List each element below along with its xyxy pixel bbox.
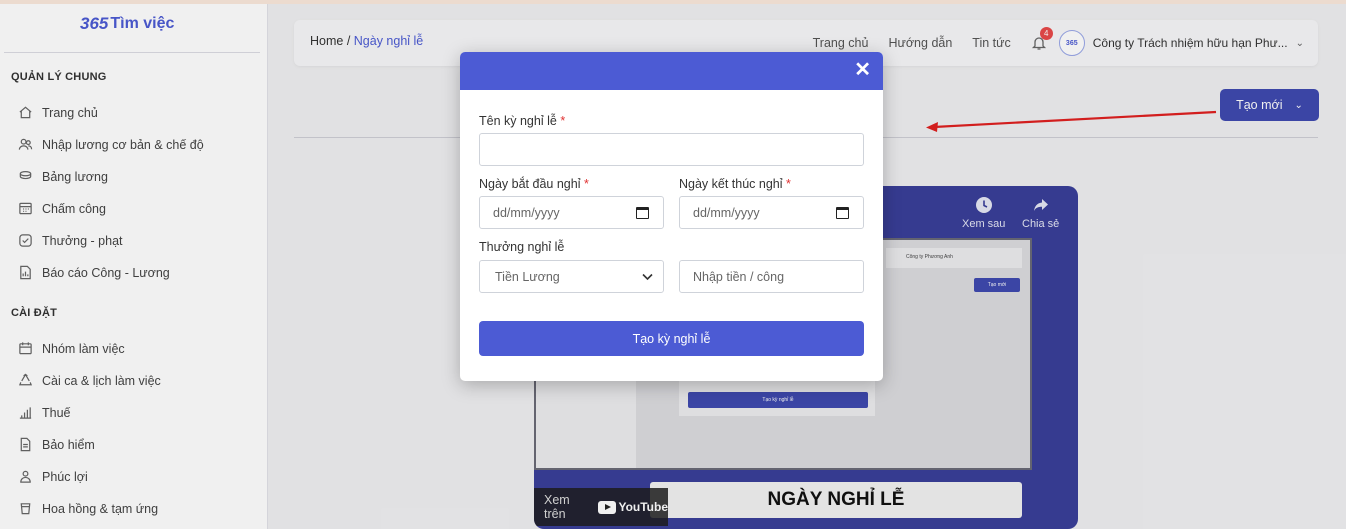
required-mark: * <box>560 114 566 128</box>
end-date-label: Ngày kết thúc nghỉ * <box>679 177 791 191</box>
end-date-placeholder: dd/mm/yyyy <box>693 205 760 220</box>
create-holiday-modal: ✕ Tên kỳ nghỉ lễ * Ngày bắt đầu nghỉ * d… <box>460 52 883 381</box>
required-mark: * <box>786 177 791 191</box>
start-date-label: Ngày bắt đầu nghỉ * <box>479 177 589 191</box>
start-date-input[interactable]: dd/mm/yyyy <box>479 196 664 229</box>
required-mark: * <box>583 177 589 191</box>
close-icon[interactable]: ✕ <box>854 58 871 82</box>
start-date-placeholder: dd/mm/yyyy <box>493 205 560 220</box>
start-date-label-text: Ngày bắt đầu nghỉ <box>479 177 581 191</box>
bonus-type-select[interactable]: Tiền Lương <box>479 260 664 293</box>
bonus-amount-input[interactable]: Nhập tiền / công <box>679 260 864 293</box>
modal-header: ✕ <box>460 52 883 90</box>
holiday-name-label: Tên kỳ nghỉ lễ * <box>479 114 565 128</box>
calendar-icon[interactable] <box>636 206 649 219</box>
create-holiday-button[interactable]: Tạo kỳ nghỉ lễ <box>479 321 864 356</box>
holiday-name-label-text: Tên kỳ nghỉ lễ <box>479 114 557 128</box>
bonus-amount-placeholder: Nhập tiền / công <box>693 269 785 284</box>
end-date-input[interactable]: dd/mm/yyyy <box>679 196 864 229</box>
bonus-type-value: Tiền Lương <box>495 269 560 284</box>
chevron-down-icon <box>642 273 653 280</box>
calendar-icon[interactable] <box>836 206 849 219</box>
holiday-name-input[interactable] <box>479 133 864 166</box>
end-date-label-text: Ngày kết thúc nghỉ <box>679 177 783 191</box>
holiday-bonus-label: Thưởng nghỉ lễ <box>479 240 565 254</box>
